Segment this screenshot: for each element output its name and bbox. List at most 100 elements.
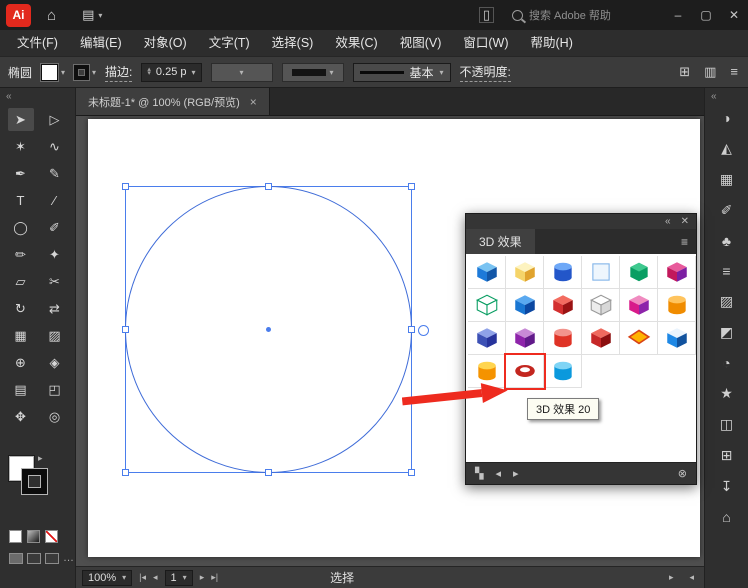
libraries-panel[interactable]: ⌂ [722,509,730,525]
column-graph-tool[interactable]: ▤ [8,378,34,401]
last-artboard-button[interactable]: ▸| [211,572,218,583]
gradient-button[interactable] [27,530,40,543]
workspace-switcher[interactable]: ▤ ▾ [82,7,102,23]
menu-view[interactable]: 视图(V) [389,30,453,56]
brush-definition-dropdown[interactable]: ▾ [211,63,273,82]
3d-effect-5[interactable] [620,256,658,289]
artboard-tool[interactable]: ◰ [42,378,68,401]
swatches-panel[interactable]: ▦ [720,171,733,188]
menu-type[interactable]: 文字(T) [198,30,261,56]
panel-tab-3d-effects[interactable]: 3D 效果 [466,229,535,254]
libraries-menu-icon[interactable]: ▚ [475,467,483,480]
stroke-weight-field[interactable]: ▴▾ 0.25 p ▾ [141,63,201,82]
mesh-tool[interactable]: ▦ [8,324,34,347]
3d-effect-2[interactable] [506,256,544,289]
shape-center-point[interactable] [266,327,271,332]
rotate-tool[interactable]: ↻ [8,297,34,320]
home-icon[interactable]: ⌂ [47,7,56,24]
magic-wand-tool[interactable]: ✶ [8,135,34,158]
fill-color-control[interactable]: ▾ [41,64,65,81]
minimize-button[interactable]: – [664,0,692,30]
3d-effect-3[interactable] [544,256,582,289]
color-guide-panel[interactable]: ◭ [721,140,732,157]
lasso-tool[interactable]: ∿ [42,135,68,158]
dock-grid-icon[interactable]: ⊞ [679,64,690,80]
line-segment-tool[interactable]: ∕ [42,189,68,212]
opacity-link[interactable]: 不透明度: [460,63,511,82]
handle-top-left[interactable] [122,183,129,190]
app-logo-icon[interactable]: Ai [6,4,31,27]
3d-effect-4[interactable] [582,256,620,289]
3d-effect-14[interactable] [506,322,544,355]
graphic-styles-panel[interactable]: ★ [720,385,733,402]
panel-menu-icon[interactable]: ≡ [681,235,688,249]
color-panel[interactable]: ◑ [722,110,730,126]
handle-bottom-middle[interactable] [265,469,272,476]
handle-top-right[interactable] [408,183,415,190]
panel-dock-icon[interactable]: ≡ [730,64,738,80]
transparency-panel[interactable]: ◩ [720,324,733,341]
gradient-panel[interactable]: ▨ [720,293,733,310]
3d-effect-12[interactable] [658,289,696,322]
hand-tool[interactable]: ✥ [8,405,34,428]
3d-effect-9[interactable] [544,289,582,322]
draw-normal-button[interactable] [9,553,23,564]
next-artboard-button[interactable]: ▸ [200,572,205,583]
live-shape-widget[interactable] [418,325,429,336]
3d-effect-17[interactable] [620,322,658,355]
eyedropper-tool[interactable]: ⊕ [8,351,34,374]
menu-select[interactable]: 选择(S) [261,30,325,56]
eraser-tool[interactable]: ▱ [8,270,34,293]
collapse-tools-icon[interactable]: « [0,88,75,102]
stroke-style-dropdown[interactable]: 基本 ▾ [353,63,451,82]
align-panel-icon[interactable]: ▥ [704,64,716,80]
width-profile-dropdown[interactable]: ▾ [282,63,344,82]
selection-bounding-box[interactable] [125,186,412,473]
3d-effect-6[interactable] [658,256,696,289]
draw-inside-button[interactable] [45,553,59,564]
stroke-panel-link[interactable]: 描边: [105,63,132,82]
swap-fill-stroke-icon[interactable]: ▸ [38,453,43,464]
draw-behind-button[interactable] [27,553,41,564]
handle-middle-left[interactable] [122,326,129,333]
symbols-panel[interactable]: ♣ [722,233,731,249]
3d-effect-1[interactable] [468,256,506,289]
stroke-indicator[interactable] [22,469,47,494]
pen-tool[interactable]: ✒ [8,162,34,185]
3d-effect-7[interactable] [468,289,506,322]
handle-bottom-right[interactable] [408,469,415,476]
gradient-tool[interactable]: ▨ [42,324,68,347]
brushes-panel[interactable]: ✐ [721,202,733,219]
next-item-icon[interactable]: ▸ [513,467,519,480]
3d-effect-11[interactable] [620,289,658,322]
close-button[interactable]: ✕ [720,0,748,30]
prev-item-icon[interactable]: ◂ [495,467,501,480]
edit-toolbar-icon[interactable]: … [63,553,74,564]
layers-panel[interactable]: ◫ [720,416,733,433]
tab-close-icon[interactable]: × [250,95,257,109]
3d-effect-16[interactable] [582,322,620,355]
menu-object[interactable]: 对象(O) [133,30,198,56]
menu-edit[interactable]: 编辑(E) [69,30,133,56]
stepper-icon[interactable]: ▴▾ [147,68,151,77]
maximize-button[interactable]: ▢ [692,0,720,30]
none-button[interactable] [45,530,58,543]
color-button[interactable] [9,530,22,543]
stroke-color-control[interactable]: ▾ [74,65,96,80]
curvature-tool[interactable]: ✎ [42,162,68,185]
asset-export-panel[interactable]: ↧ [721,478,733,495]
expand-panels-icon[interactable]: « [705,88,748,102]
pencil-tool[interactable]: ✏ [8,243,34,266]
first-artboard-button[interactable]: |◂ [139,572,146,583]
handle-top-middle[interactable] [265,183,272,190]
document-tab[interactable]: 未标题-1* @ 100% (RGB/预览) × [76,88,270,115]
3d-effect-10[interactable] [582,289,620,322]
handle-middle-right[interactable] [408,326,415,333]
artboard-number-field[interactable]: 1 ▾ [165,570,193,586]
shaper-tool[interactable]: ✦ [42,243,68,266]
arrange-documents-icon[interactable]: ▯ [479,7,494,23]
prev-artboard-button[interactable]: ◂ [153,572,158,583]
type-tool[interactable]: T [8,189,34,212]
paintbrush-tool[interactable]: ✐ [42,216,68,239]
close-panel-icon[interactable]: ✕ [681,216,689,227]
